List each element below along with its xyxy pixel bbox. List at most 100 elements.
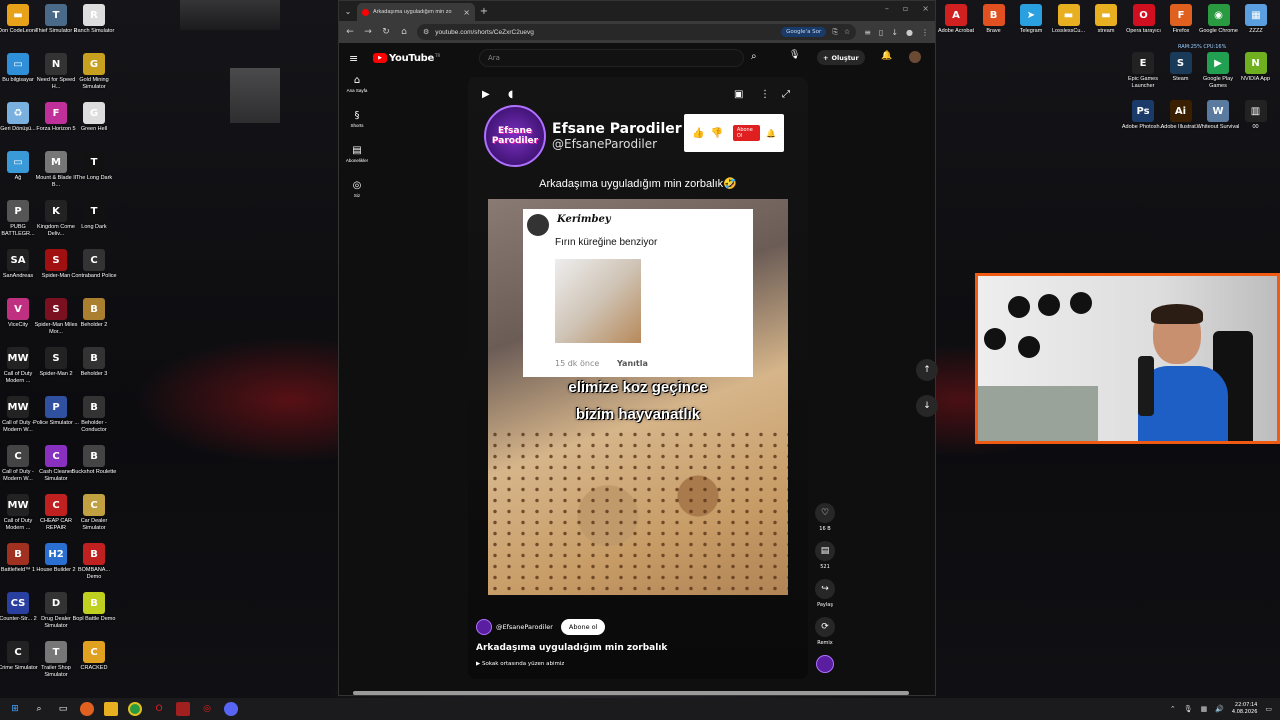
more-options-icon[interactable]: ⋮ [760, 89, 770, 100]
discord-taskbar-icon[interactable] [224, 702, 238, 716]
youtube-logo[interactable]: ▶ YouTube TR [373, 53, 440, 64]
desktop-icon[interactable]: MW Call of Duty - Modern W... [0, 396, 38, 434]
play-icon[interactable]: ▶ [482, 89, 490, 100]
notifications-icon[interactable]: ▭ [1265, 705, 1272, 713]
share-icon[interactable]: ↪ [815, 579, 835, 599]
tab-search-icon[interactable]: ⌄ [339, 7, 357, 16]
browser-menu-icon[interactable]: ⋮ [921, 28, 929, 37]
search-icon[interactable]: ⌕ [32, 702, 46, 716]
desktop-icon[interactable]: C Car Dealer Simulator [74, 494, 114, 532]
network-icon[interactable]: ▦ [1201, 705, 1208, 713]
captions-icon[interactable]: ▣ [734, 89, 743, 100]
heart-icon[interactable]: ♡ [815, 503, 835, 523]
horizontal-scrollbar[interactable] [353, 691, 909, 695]
microphone-icon[interactable]: 🎙 [789, 50, 800, 60]
volume-icon[interactable]: ◖ [508, 89, 513, 100]
windows-start-icon[interactable]: ⊞ [8, 702, 22, 716]
site-info-icon[interactable]: ⚙ [423, 28, 429, 36]
new-tab-icon[interactable]: + [475, 6, 493, 17]
opera-taskbar-icon[interactable]: O [152, 702, 166, 716]
desktop-icon[interactable]: B Buckshot Roulette [72, 445, 116, 476]
desktop-icon[interactable]: G Gold Mining Simulator [74, 53, 114, 91]
firefox-taskbar-icon[interactable] [80, 702, 94, 716]
sidebar-item-home[interactable]: ⌂ Ana Sayfa [339, 75, 375, 93]
channel-avatar[interactable] [476, 619, 492, 635]
desktop-icon[interactable]: E Epic Games Launcher [1123, 52, 1163, 90]
desktop-icon[interactable]: M Mount & Blade II B... [36, 151, 76, 189]
desktop-icon[interactable]: B Beholder 3 [74, 347, 114, 378]
desktop-icon[interactable]: C Contraband Police [71, 249, 117, 280]
desktop-icon[interactable]: G Green Hell [74, 102, 114, 133]
channel-handle-link[interactable]: @EfsaneParodiler [496, 623, 553, 631]
install-icon[interactable]: ⎘ [832, 28, 838, 37]
chrome-taskbar-icon[interactable] [128, 702, 142, 716]
clock[interactable]: 22:07:14 4.08.2026 [1232, 702, 1257, 716]
avatar[interactable] [909, 51, 921, 63]
desktop-icon[interactable]: K Kingdom Come Deliv... [36, 200, 76, 238]
remix-icon[interactable]: ⟳ [815, 617, 835, 637]
bookmark-star-icon[interactable]: ☆ [844, 28, 850, 36]
short-title[interactable]: Arkadaşıma uyguladığım min zorbalık [476, 643, 796, 653]
reload-icon[interactable]: ↻ [381, 27, 391, 37]
sidebar-item-you[interactable]: ◎ Siz [339, 180, 375, 198]
url-field[interactable]: ⚙ youtube.com/shorts/CeZxrC2uevg Google'… [417, 24, 857, 40]
desktop-icon[interactable]: MW Call of Duty Modern ... [0, 347, 38, 385]
sidebar-item-shorts[interactable]: § Shorts [339, 110, 375, 128]
volume-icon[interactable]: 🔊 [1215, 705, 1224, 713]
home-icon[interactable]: ⌂ [399, 27, 409, 37]
back-icon[interactable]: ← [345, 27, 355, 37]
create-button[interactable]: + Oluştur [817, 50, 865, 65]
desktop-icon[interactable]: T The Long Dark [74, 151, 114, 182]
comment-action[interactable]: ▤ 521 [813, 541, 837, 570]
desktop-icon[interactable]: S Spider-Man Miles Mor... [35, 298, 77, 336]
desktop-icon[interactable]: B Beholder 2 [74, 298, 114, 329]
desktop-icon[interactable]: C Cash Cleaner Simulator [36, 445, 76, 483]
channel-action[interactable] [813, 655, 837, 673]
like-action[interactable]: ♡ 16 B [813, 503, 837, 532]
desktop-icon[interactable]: B Bopl Battle Demo [73, 592, 115, 623]
sidebar-item-subscriptions[interactable]: ▤ Abonelikler [339, 145, 375, 163]
desktop-icon[interactable]: R Ranch Simulator [74, 4, 114, 35]
forward-icon[interactable]: → [363, 27, 373, 37]
desktop-icon[interactable]: ▶ Google Play Games [1198, 52, 1238, 90]
extensions-icon[interactable]: ≡ [864, 28, 871, 37]
subscribe-button[interactable]: Abone ol [560, 619, 606, 635]
previous-short-button[interactable]: ↑ [916, 359, 938, 381]
app-taskbar-icon[interactable] [176, 702, 190, 716]
close-window-icon[interactable]: × [922, 4, 929, 13]
close-tab-icon[interactable]: × [463, 8, 470, 17]
desktop-icon[interactable]: ▥ 00 [1236, 100, 1276, 131]
desktop-icon[interactable]: ▦ ZZZZ [1236, 4, 1276, 35]
desktop-icon[interactable]: T Long Dark [74, 200, 114, 231]
fullscreen-icon[interactable]: ⤢ [782, 89, 790, 100]
minimize-icon[interactable]: – [885, 4, 889, 13]
download-icon[interactable]: ↓ [891, 28, 898, 37]
maximize-icon[interactable]: ▫ [903, 4, 908, 13]
microphone-icon[interactable]: 🎙 [1184, 705, 1193, 713]
split-view-icon[interactable]: ▯ [879, 28, 883, 37]
channel-avatar[interactable] [816, 655, 834, 673]
desktop-icon[interactable]: C CRACKED [74, 641, 114, 672]
music-link[interactable]: ▶ Sokak ortasında yüzen abimiz [476, 661, 796, 667]
shorts-player[interactable]: ▶ ◖ ▣ ⋮ ⤢ Efsane Parodiler Efsane Parodi… [468, 77, 808, 679]
file-explorer-icon[interactable] [104, 702, 118, 716]
menu-icon[interactable]: ≡ [349, 52, 369, 65]
app-taskbar-icon[interactable]: ◎ [200, 702, 214, 716]
remix-action[interactable]: ⟳ Remix [813, 617, 837, 646]
next-short-button[interactable]: ↓ [916, 395, 938, 417]
search-input[interactable]: Ara [479, 49, 744, 67]
desktop-icon[interactable]: T Trailer Shop Simulator [36, 641, 76, 679]
notifications-bell-icon[interactable]: 🔔 [881, 51, 892, 61]
desktop-icon[interactable]: B Beholder - Conductor [74, 396, 114, 434]
desktop-icon[interactable]: D Drug Dealer Simulator [36, 592, 76, 630]
browser-tab-active[interactable]: Arkadaşıma uyguladığım min zo × [357, 3, 475, 21]
comment-icon[interactable]: ▤ [815, 541, 835, 561]
task-view-icon[interactable]: ▭ [56, 702, 70, 716]
desktop-icon[interactable]: N NVIDIA App [1236, 52, 1276, 83]
chevron-up-icon[interactable]: ⌃ [1170, 705, 1176, 713]
google-sor-button[interactable]: Google'a Sor [781, 27, 827, 37]
desktop-icon[interactable]: B BOMBANA... Demo [74, 543, 114, 581]
profile-icon[interactable]: ● [906, 28, 913, 37]
search-icon[interactable]: ⌕ [751, 51, 757, 62]
share-action[interactable]: ↪ Paylaş [813, 579, 837, 608]
